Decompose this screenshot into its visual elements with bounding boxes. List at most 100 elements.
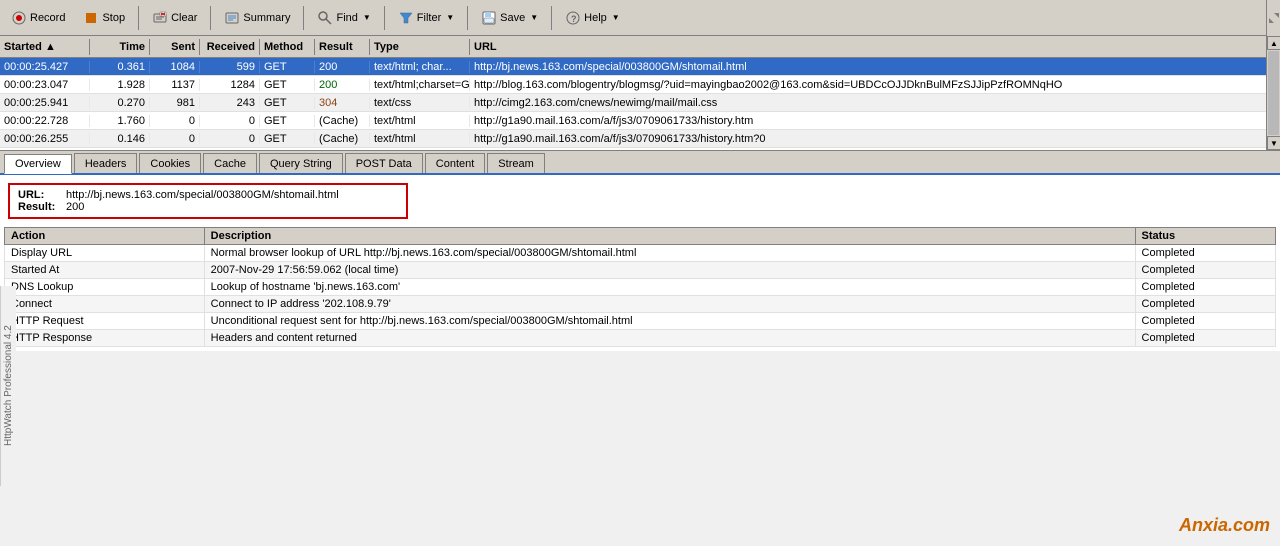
request-table-area: Started ▲ Time Sent Received Method Resu…	[0, 36, 1280, 151]
find-icon	[317, 10, 333, 26]
detail-panel: Overview Headers Cookies Cache Query Str…	[0, 151, 1280, 351]
header-type: Type	[370, 39, 470, 55]
cell-time: 1.928	[90, 79, 150, 91]
cell-sent: 981	[150, 97, 200, 109]
toolbar: Record Stop Clear	[0, 0, 1280, 36]
separator-3	[303, 6, 304, 30]
action-cell: Display URL	[5, 245, 205, 262]
action-cell: Started At	[5, 262, 205, 279]
filter-icon	[398, 10, 414, 26]
col-action: Action	[5, 228, 205, 245]
cell-received: 0	[200, 151, 260, 152]
cell-received: 243	[200, 97, 260, 109]
tab-cookies[interactable]: Cookies	[139, 153, 201, 173]
tab-overview-label: Overview	[15, 158, 61, 170]
record-label: Record	[30, 12, 65, 24]
clear-icon	[152, 10, 168, 26]
tab-cache[interactable]: Cache	[203, 153, 257, 173]
description-cell: Unconditional request sent for http://bj…	[204, 313, 1135, 330]
table-row[interactable]: 00:00:23.047 1.928 1137 1284 GET 200 tex…	[0, 76, 1280, 94]
scroll-up-arrow[interactable]: ▲	[1267, 36, 1280, 50]
tab-querystring-label: Query String	[270, 158, 332, 170]
url-value: http://bj.news.163.com/special/003800GM/…	[66, 189, 339, 201]
separator-4	[384, 6, 385, 30]
filter-dropdown-arrow: ▼	[446, 13, 454, 22]
find-button[interactable]: Find ▼	[310, 7, 377, 29]
tab-querystring[interactable]: Query String	[259, 153, 343, 173]
header-url: URL	[470, 39, 1280, 55]
header-time: Time	[90, 39, 150, 55]
clear-button[interactable]: Clear	[145, 7, 204, 29]
cell-url: http://g1a90.mail.163.com/a/f/js3/070906…	[470, 151, 1280, 152]
result-label: Result:	[18, 201, 58, 213]
filter-button[interactable]: Filter ▼	[391, 7, 461, 29]
filter-label: Filter	[417, 12, 441, 24]
help-button[interactable]: ? Help ▼	[558, 7, 627, 29]
status-cell: Completed	[1135, 313, 1275, 330]
separator-5	[467, 6, 468, 30]
tab-content[interactable]: Content	[425, 153, 486, 173]
save-icon	[481, 10, 497, 26]
tab-postdata[interactable]: POST Data	[345, 153, 423, 173]
summary-icon	[224, 10, 240, 26]
tab-headers[interactable]: Headers	[74, 153, 138, 173]
cell-method: GET	[260, 61, 315, 73]
cell-method: GET	[260, 115, 315, 127]
cell-result: (Cache)	[315, 133, 370, 145]
cell-sent: 0	[150, 151, 200, 152]
result-line: Result: 200	[18, 201, 398, 213]
cell-sent: 1137	[150, 79, 200, 91]
svg-text:?: ?	[571, 14, 577, 24]
cell-time: 0.270	[90, 97, 150, 109]
status-cell: Completed	[1135, 330, 1275, 347]
resize-corner[interactable]	[1266, 0, 1280, 36]
cell-type: text/css	[370, 97, 470, 109]
cell-received: 599	[200, 61, 260, 73]
description-cell: 2007-Nov-29 17:56:59.062 (local time)	[204, 262, 1135, 279]
cell-received: 0	[200, 133, 260, 145]
table-row[interactable]: 00:00:04.196 0.229 0 0 GET (Cache) text/…	[0, 148, 1280, 151]
record-button[interactable]: Record	[4, 7, 72, 29]
summary-label: Summary	[243, 12, 290, 24]
cell-url: http://g1a90.mail.163.com/a/f/js3/070906…	[470, 133, 1280, 145]
table-header: Started ▲ Time Sent Received Method Resu…	[0, 36, 1280, 58]
col-description: Description	[204, 228, 1135, 245]
cell-sent: 1084	[150, 61, 200, 73]
header-sent: Sent	[150, 39, 200, 55]
scroll-down-arrow[interactable]: ▼	[1267, 136, 1280, 150]
table-scrollbar[interactable]: ▲ ▼	[1266, 36, 1280, 150]
separator-2	[210, 6, 211, 30]
status-cell: Completed	[1135, 245, 1275, 262]
save-label: Save	[500, 12, 525, 24]
col-status: Status	[1135, 228, 1275, 245]
table-row[interactable]: 00:00:22.728 1.760 0 0 GET (Cache) text/…	[0, 112, 1280, 130]
cell-result: 304	[315, 97, 370, 109]
save-button[interactable]: Save ▼	[474, 7, 545, 29]
tab-cookies-label: Cookies	[150, 158, 190, 170]
cell-type: text/html	[370, 151, 470, 152]
table-row[interactable]: 00:00:26.255 0.146 0 0 GET (Cache) text/…	[0, 130, 1280, 148]
tab-overview[interactable]: Overview	[4, 154, 72, 174]
help-icon: ?	[565, 10, 581, 26]
cell-time: 0.146	[90, 133, 150, 145]
stop-button[interactable]: Stop	[76, 7, 132, 29]
cell-started: 00:00:04.196	[0, 151, 90, 152]
tab-cache-label: Cache	[214, 158, 246, 170]
cell-method: GET	[260, 97, 315, 109]
scroll-thumb[interactable]	[1268, 51, 1279, 135]
action-row: HTTP Request Unconditional request sent …	[5, 313, 1276, 330]
cell-started: 00:00:23.047	[0, 79, 90, 91]
record-icon	[11, 10, 27, 26]
action-table: Action Description Status Display URL No…	[4, 227, 1276, 347]
help-label: Help	[584, 12, 607, 24]
clear-label: Clear	[171, 12, 197, 24]
status-cell: Completed	[1135, 296, 1275, 313]
table-row[interactable]: 00:00:25.941 0.270 981 243 GET 304 text/…	[0, 94, 1280, 112]
table-row[interactable]: 00:00:25.427 0.361 1084 599 GET 200 text…	[0, 58, 1280, 76]
description-cell: Normal browser lookup of URL http://bj.n…	[204, 245, 1135, 262]
tab-stream[interactable]: Stream	[487, 153, 544, 173]
tab-bar: Overview Headers Cookies Cache Query Str…	[0, 151, 1280, 175]
cell-method: GET	[260, 133, 315, 145]
summary-button[interactable]: Summary	[217, 7, 297, 29]
cell-time: 1.760	[90, 115, 150, 127]
